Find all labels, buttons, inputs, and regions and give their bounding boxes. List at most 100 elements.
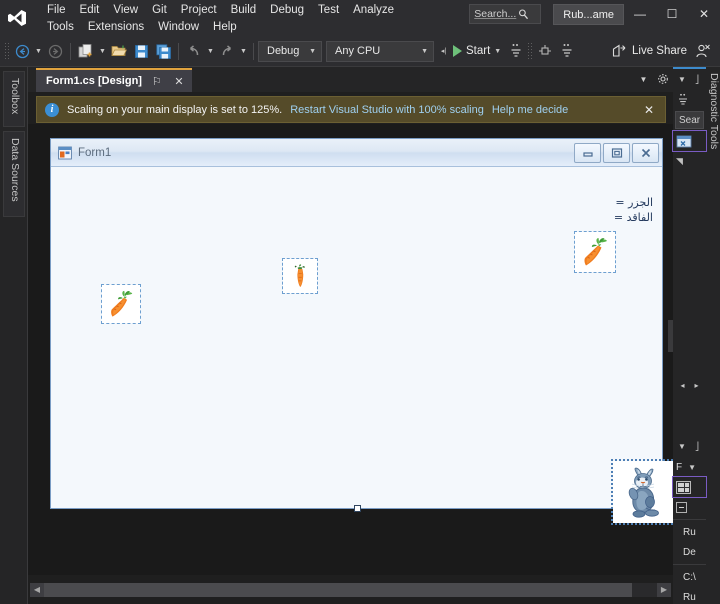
- save-all-icon[interactable]: [152, 40, 174, 62]
- menu-debug[interactable]: Debug: [263, 2, 311, 19]
- panel-navigation: ◂ ▸: [673, 375, 706, 415]
- window-maximize-button[interactable]: ☐: [656, 0, 688, 28]
- step-back-icon[interactable]: ◂|: [438, 40, 449, 62]
- label-losses[interactable]: الفاقد =: [614, 211, 653, 224]
- tab-close-icon[interactable]: ✕: [172, 75, 186, 88]
- form-resize-grip-bottom[interactable]: [353, 505, 361, 512]
- navigate-forward-icon[interactable]: [44, 40, 66, 62]
- properties-collapse-row[interactable]: [673, 497, 706, 517]
- picturebox-carrot-2[interactable]: [282, 258, 318, 294]
- menu-project[interactable]: Project: [174, 2, 224, 19]
- nav-right-arrow-icon[interactable]: ▸: [690, 378, 703, 392]
- menu-edit[interactable]: Edit: [73, 2, 107, 19]
- menu-build[interactable]: Build: [224, 2, 264, 19]
- tab-list-dropdown-icon[interactable]: ▼: [635, 69, 652, 89]
- solution-platform-value: Any CPU: [335, 45, 381, 57]
- menu-git[interactable]: Git: [145, 2, 174, 19]
- navigate-backward-icon[interactable]: [11, 40, 33, 62]
- form-designer-canvas[interactable]: Form1 الجزر = الفاقد =: [28, 124, 673, 575]
- property-row-4[interactable]: Ru: [673, 587, 706, 604]
- new-item-dropdown[interactable]: ▼: [97, 40, 108, 62]
- collapse-minus-icon[interactable]: [676, 501, 687, 513]
- toolbar-grip[interactable]: [4, 42, 11, 60]
- start-label: Start: [466, 45, 491, 57]
- property-row-1[interactable]: Ru: [673, 522, 706, 542]
- live-share-button[interactable]: Live Share: [607, 40, 692, 62]
- info-bar-close-icon[interactable]: ✕: [641, 103, 657, 117]
- carrot-image-3: [584, 238, 607, 266]
- redo-icon[interactable]: [216, 40, 238, 62]
- designer-horizontal-scrollbar[interactable]: ◀ ▶: [28, 575, 673, 604]
- restart-scaling-link[interactable]: Restart Visual Studio with 100% scaling: [290, 104, 484, 116]
- windows-form-icon: [58, 146, 72, 159]
- properties-object-combo[interactable]: F ▼: [673, 457, 706, 477]
- account-icon[interactable]: [692, 40, 714, 62]
- help-me-decide-link[interactable]: Help me decide: [492, 104, 568, 116]
- menu-extensions[interactable]: Extensions: [81, 19, 151, 36]
- label-carrots[interactable]: الجزر =: [615, 196, 653, 209]
- project-name-badge[interactable]: Rub...ame: [553, 4, 624, 25]
- menu-window[interactable]: Window: [151, 19, 206, 36]
- picturebox-rabbit[interactable]: [611, 459, 673, 525]
- window-minimize-button[interactable]: —: [624, 0, 656, 28]
- sidebar-item-data-sources[interactable]: Data Sources: [3, 131, 25, 217]
- menu-view[interactable]: View: [106, 2, 145, 19]
- solution-configuration-combo[interactable]: Debug ▼: [258, 40, 322, 62]
- menu-tools[interactable]: Tools: [40, 19, 81, 36]
- solution-explorer-expander-row[interactable]: ◥: [673, 151, 706, 171]
- scrollbar-thumb[interactable]: [44, 582, 633, 597]
- menu-test[interactable]: Test: [311, 2, 346, 19]
- open-file-icon[interactable]: [108, 40, 130, 62]
- scroll-left-arrow-icon[interactable]: ◀: [30, 582, 44, 597]
- properties-categorized-button[interactable]: [672, 476, 707, 498]
- tab-pin-icon[interactable]: ⚐: [150, 75, 164, 88]
- toolbar-separator: [70, 42, 71, 60]
- info-message: Scaling on your main display is set to 1…: [67, 103, 283, 116]
- panel-pin-icon[interactable]: ⎦: [691, 72, 703, 86]
- expand-triangle-icon[interactable]: ◥: [676, 156, 683, 167]
- form-client-area[interactable]: الجزر = الفاقد =: [51, 167, 673, 525]
- picturebox-carrot-1[interactable]: [101, 284, 141, 324]
- menu-help[interactable]: Help: [206, 19, 244, 36]
- form-close-button[interactable]: [632, 142, 659, 163]
- info-icon: i: [45, 102, 59, 117]
- solution-platform-combo[interactable]: Any CPU ▼: [326, 40, 434, 62]
- undo-dropdown[interactable]: ▼: [205, 40, 216, 62]
- form1-window[interactable]: Form1 الجزر = الفاقد =: [50, 138, 673, 525]
- standard-toolbar: ▼ ▼ ▼ ▼ Debug ▼ Any CPU ▼ ◂| Start ▼ Liv…: [0, 36, 720, 67]
- tab-form1-design[interactable]: Form1.cs [Design] ⚐ ✕: [36, 68, 192, 92]
- properties-object-chevron-icon[interactable]: ▼: [685, 460, 699, 474]
- solution-explorer-search-input[interactable]: Sear: [675, 111, 704, 129]
- form-minimize-button[interactable]: [574, 142, 601, 163]
- designer-settings-gear-icon[interactable]: [654, 69, 671, 89]
- panel-more-icon[interactable]: [676, 92, 690, 106]
- start-dropdown-icon[interactable]: ▼: [494, 48, 501, 55]
- search-input[interactable]: Search...: [469, 4, 542, 24]
- save-icon[interactable]: [130, 40, 152, 62]
- nav-left-arrow-icon[interactable]: ◂: [676, 378, 689, 392]
- sidebar-item-toolbox[interactable]: Toolbox: [3, 71, 25, 127]
- scroll-right-arrow-icon[interactable]: ▶: [657, 582, 671, 597]
- property-row-2[interactable]: De: [673, 542, 706, 562]
- hot-reload-icon[interactable]: [505, 40, 527, 62]
- sidebar-item-diagnostic-tools[interactable]: Diagnostic Tools: [707, 73, 720, 149]
- toolbar-grip-2[interactable]: [527, 42, 535, 60]
- layout-icon[interactable]: [534, 40, 556, 62]
- solution-explorer-selected-node[interactable]: [672, 130, 707, 152]
- properties-dropdown-icon[interactable]: ▼: [676, 439, 688, 453]
- menu-analyze[interactable]: Analyze: [346, 2, 401, 19]
- form-maximize-button[interactable]: [603, 142, 630, 163]
- redo-dropdown[interactable]: ▼: [238, 40, 249, 62]
- picturebox-carrot-3[interactable]: [574, 231, 616, 273]
- properties-pin-icon[interactable]: ⎦: [691, 439, 703, 453]
- more-options-icon[interactable]: [556, 40, 578, 62]
- undo-icon[interactable]: [183, 40, 205, 62]
- new-item-icon[interactable]: [75, 40, 97, 62]
- scrollbar-track[interactable]: [44, 582, 657, 597]
- panel-dropdown-icon[interactable]: ▼: [676, 72, 688, 86]
- window-close-button[interactable]: ✕: [688, 0, 720, 28]
- menu-file[interactable]: File: [40, 2, 73, 19]
- navigate-backward-dropdown[interactable]: ▼: [33, 40, 44, 62]
- property-row-3[interactable]: C:\: [673, 567, 706, 587]
- start-debug-button[interactable]: Start ▼: [449, 40, 505, 62]
